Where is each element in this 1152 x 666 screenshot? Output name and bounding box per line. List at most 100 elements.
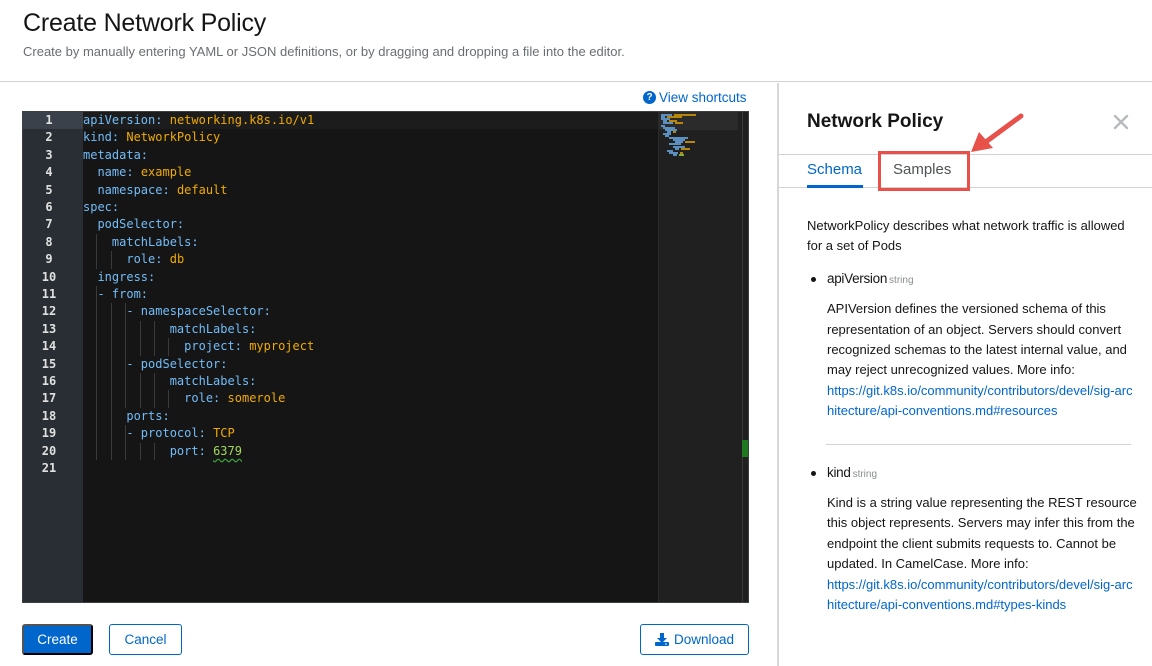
yaml-key: matchLabels: bbox=[111, 234, 199, 249]
editor-panel: ? View shortcuts 1 apiVersion: networking… bbox=[0, 83, 777, 666]
code-text: matchLabels: bbox=[83, 321, 257, 338]
yaml-value: default bbox=[176, 182, 228, 197]
yaml-value: NetworkPolicy bbox=[126, 130, 221, 145]
code-line[interactable]: 4 name: example bbox=[23, 164, 748, 181]
code-text: role: db bbox=[83, 251, 184, 268]
line-number: 14 bbox=[41, 339, 57, 354]
yaml-key: role: bbox=[184, 391, 221, 406]
code-text: - from: bbox=[83, 287, 149, 301]
minimap-value-mark bbox=[674, 122, 683, 125]
page-subtitle: Create by manually entering YAML or JSON… bbox=[23, 44, 625, 59]
indent-guide bbox=[125, 390, 127, 408]
code-line[interactable]: 21 bbox=[23, 460, 748, 477]
view-shortcuts-label: View shortcuts bbox=[659, 90, 747, 105]
view-shortcuts-link[interactable]: ? View shortcuts bbox=[643, 90, 747, 105]
annotation-highlight-box bbox=[878, 151, 970, 191]
code-line[interactable]: 9 role: db bbox=[23, 251, 748, 268]
field-doc-link[interactable]: https://git.k8s.io/community/contributor… bbox=[827, 577, 1133, 612]
code-line[interactable]: 1 apiVersion: networking.k8s.io/v1 bbox=[23, 112, 748, 130]
line-number: 3 bbox=[45, 147, 53, 162]
code-line[interactable]: 7 podSelector: bbox=[23, 216, 748, 233]
code-text: role: somerole bbox=[83, 390, 285, 407]
close-icon[interactable] bbox=[1112, 113, 1130, 131]
code-line[interactable]: 8 matchLabels: bbox=[23, 234, 748, 251]
code-text: ingress: bbox=[83, 269, 155, 286]
code-line[interactable]: 14 project: myproject bbox=[23, 338, 748, 355]
line-number: 19 bbox=[41, 426, 57, 441]
minimap-key-mark bbox=[675, 147, 680, 150]
yaml-key: spec: bbox=[83, 200, 120, 214]
code-line[interactable]: 18 ports: bbox=[23, 408, 748, 425]
line-number: 5 bbox=[45, 182, 53, 197]
indent-guide bbox=[125, 320, 127, 339]
indent-guide bbox=[125, 303, 127, 321]
code-line[interactable]: 13 matchLabels: bbox=[23, 321, 748, 338]
yaml-key: role: bbox=[126, 252, 163, 267]
indent-guide bbox=[154, 442, 155, 460]
minimap[interactable] bbox=[658, 112, 748, 602]
indent-guide bbox=[110, 407, 112, 426]
line-number: 18 bbox=[41, 408, 57, 423]
indent-guide bbox=[154, 373, 155, 391]
line-number: 16 bbox=[41, 374, 57, 388]
code-line[interactable]: 16 matchLabels: bbox=[23, 373, 748, 390]
yaml-key: podSelector: bbox=[97, 217, 185, 232]
code-line[interactable]: 12 - namespaceSelector: bbox=[23, 303, 748, 320]
line-number: 4 bbox=[45, 165, 53, 180]
yaml-key: ingress: bbox=[97, 269, 156, 284]
yaml-editor[interactable]: 1 apiVersion: networking.k8s.io/v1 2 kind: … bbox=[22, 111, 749, 603]
code-line[interactable]: 6 spec: bbox=[23, 199, 748, 216]
indent-guide bbox=[125, 425, 127, 443]
yaml-key: ports: bbox=[126, 408, 170, 423]
field-name: apiVersion bbox=[827, 270, 888, 286]
yaml-value: TCP bbox=[213, 426, 235, 441]
code-line[interactable]: 11 - from: bbox=[23, 286, 748, 303]
yaml-key: namespaceSelector: bbox=[140, 304, 271, 319]
code-line[interactable]: 19 - protocol: TCP bbox=[23, 425, 748, 442]
indent-guide bbox=[96, 373, 98, 391]
code-line[interactable]: 2 kind: NetworkPolicy bbox=[23, 129, 748, 146]
code-line[interactable]: 20 port: 6379 bbox=[23, 443, 748, 460]
indent-guide bbox=[96, 286, 98, 304]
code-text: name: example bbox=[83, 164, 191, 181]
yaml-key: namespace: bbox=[97, 182, 170, 197]
indent-guide bbox=[154, 390, 155, 408]
code-text: spec: bbox=[83, 199, 119, 216]
code-line[interactable]: 15 - podSelector: bbox=[23, 356, 748, 373]
yaml-key: matchLabels: bbox=[169, 374, 257, 388]
indent-guide bbox=[154, 338, 155, 356]
code-line[interactable]: 17 role: somerole bbox=[23, 390, 748, 407]
indent-guide bbox=[110, 355, 112, 373]
indent-guide bbox=[139, 338, 141, 356]
annotation-arrow-icon bbox=[971, 113, 1024, 152]
sidebar-title: Network Policy bbox=[807, 111, 944, 132]
indent-guide bbox=[125, 355, 127, 373]
line-number: 17 bbox=[41, 391, 57, 406]
field-doc-link[interactable]: https://git.k8s.io/community/contributor… bbox=[827, 383, 1133, 418]
code-text: apiVersion: networking.k8s.io/v1 bbox=[83, 112, 314, 129]
code-line[interactable]: 5 namespace: default bbox=[23, 182, 748, 199]
indent-guide bbox=[110, 320, 112, 339]
yaml-key: podSelector: bbox=[140, 356, 228, 371]
line-number: 6 bbox=[45, 200, 53, 214]
indent-guide bbox=[96, 425, 98, 443]
indent-guide bbox=[96, 251, 98, 269]
line-number: 12 bbox=[41, 304, 57, 319]
tab-schema[interactable]: Schema bbox=[807, 161, 862, 178]
download-button[interactable]: Download bbox=[640, 624, 749, 655]
yaml-value: 6379 bbox=[213, 443, 242, 458]
scrollbar-change-marker bbox=[742, 440, 748, 457]
field-description: Kind is a string value representing the … bbox=[827, 495, 1137, 572]
resource-description: NetworkPolicy describes what network tra… bbox=[807, 218, 1125, 254]
cancel-button[interactable]: Cancel bbox=[109, 624, 182, 655]
create-button[interactable]: Create bbox=[22, 624, 93, 655]
code-line[interactable]: 10 ingress: bbox=[23, 269, 748, 286]
schema-field: apiVersion string APIVersion defines the … bbox=[807, 269, 1137, 422]
yaml-key: name: bbox=[97, 165, 134, 180]
field-name: kind bbox=[827, 464, 851, 480]
line-number: 9 bbox=[45, 252, 53, 267]
code-line[interactable]: 3 metadata: bbox=[23, 147, 748, 164]
indent-guide bbox=[110, 373, 112, 391]
vertical-scrollbar[interactable] bbox=[742, 112, 748, 602]
field-type: string bbox=[852, 468, 878, 480]
